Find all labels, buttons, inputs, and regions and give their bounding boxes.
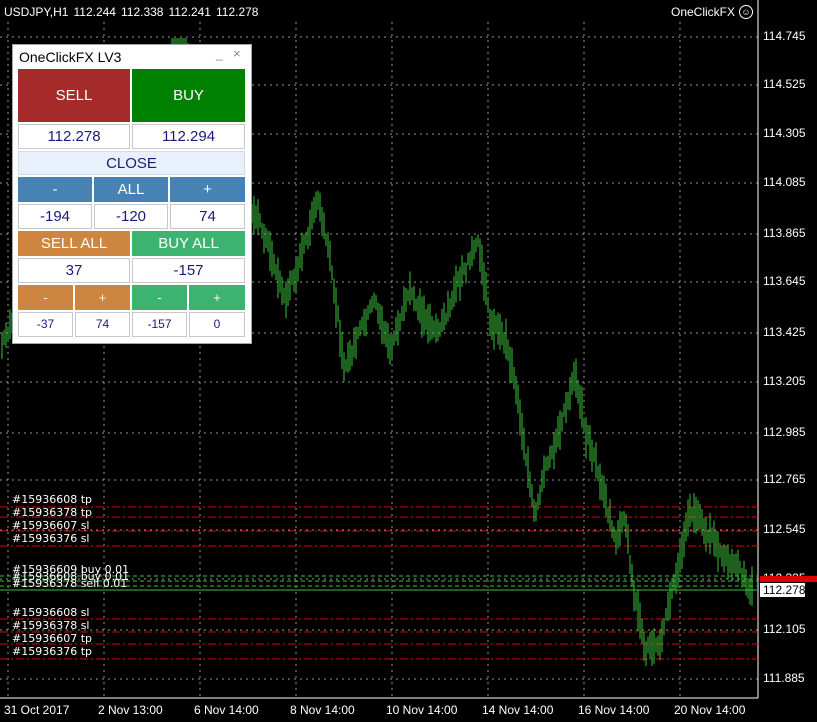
price-tick-label: 111.885 — [763, 671, 805, 685]
sell-all-button[interactable]: SELL ALL — [18, 231, 130, 256]
close-value: 112.278 — [215, 5, 259, 19]
price-tick-label: 113.865 — [763, 226, 806, 240]
time-tick-label: 31 Oct 2017 — [4, 703, 70, 717]
order-label: #15936378 sell 0.01 — [12, 577, 128, 590]
lot-plus-button[interactable]: + — [170, 177, 245, 202]
time-tick-label: 14 Nov 14:00 — [482, 703, 554, 717]
sell-plus-button[interactable]: + — [75, 285, 130, 310]
sell-minus-value: -37 — [18, 312, 73, 337]
price-tick-label: 112.985 — [763, 425, 806, 439]
order-label: #15936378 tp — [12, 506, 92, 519]
chart-header: USDJPY,H1 112.244 112.338 112.241 112.278 — [4, 5, 263, 19]
red-level-marker — [760, 576, 817, 582]
price-tick-label: 113.205 — [763, 374, 806, 388]
buy-all-button[interactable]: BUY ALL — [132, 231, 245, 256]
buy-minus-value: -157 — [132, 312, 187, 337]
buy-all-value: -157 — [132, 258, 245, 283]
buy-minus-button[interactable]: - — [132, 285, 187, 310]
price-tick-label: 112.765 — [763, 472, 806, 486]
order-label: #15936607 tp — [12, 632, 92, 645]
high-value: 112.338 — [120, 5, 164, 19]
buy-button[interactable]: BUY — [132, 69, 245, 122]
ask-price: 112.294 — [132, 124, 245, 149]
close-button[interactable]: CLOSE — [18, 151, 245, 175]
close-icon[interactable]: × — [233, 46, 241, 61]
order-label: #15936378 sl — [12, 619, 90, 632]
sell-button[interactable]: SELL — [18, 69, 130, 122]
lot-value-right: 74 — [170, 204, 245, 229]
price-tick-label: 112.545 — [763, 522, 806, 536]
symbol-label: USDJPY,H1 — [4, 5, 69, 19]
time-tick-label: 2 Nov 13:00 — [98, 703, 163, 717]
price-tick-label: 114.745 — [763, 29, 806, 43]
time-tick-label: 20 Nov 14:00 — [674, 703, 746, 717]
order-label: #15936376 tp — [12, 645, 92, 658]
buy-plus-button[interactable]: + — [189, 285, 245, 310]
minimize-icon[interactable]: _ — [216, 47, 223, 61]
current-price-label: 112.278 — [760, 583, 806, 597]
bid-price: 112.278 — [18, 124, 130, 149]
time-tick-label: 6 Nov 14:00 — [194, 703, 259, 717]
price-tick-label: 114.305 — [763, 126, 806, 140]
expert-name: OneClickFX — [670, 5, 735, 19]
order-label: #15936376 sl — [12, 532, 90, 545]
lot-minus-button[interactable]: - — [18, 177, 92, 202]
order-label: #15936608 sl — [12, 606, 90, 619]
sell-plus-value: 74 — [75, 312, 130, 337]
time-tick-label: 8 Nov 14:00 — [290, 703, 355, 717]
order-label: #15936607 sl — [12, 519, 90, 532]
buy-plus-value: 0 — [189, 312, 245, 337]
sell-minus-button[interactable]: - — [18, 285, 73, 310]
price-tick-label: 114.085 — [763, 175, 806, 189]
lot-value-left: -194 — [18, 204, 92, 229]
order-label: #15936608 tp — [12, 493, 92, 506]
price-tick-label: 113.645 — [763, 274, 806, 288]
open-value: 112.244 — [73, 5, 116, 19]
oneclickfx-panel: OneClickFX LV3 _ × SELL BUY 112.278 112.… — [12, 44, 252, 344]
sell-all-value: 37 — [18, 258, 130, 283]
price-tick-label: 113.425 — [763, 325, 806, 339]
time-tick-label: 10 Nov 14:00 — [386, 703, 458, 717]
price-tick-label: 112.105 — [763, 622, 806, 636]
all-button[interactable]: ALL — [94, 177, 168, 202]
smiley-icon[interactable]: ☺ — [739, 5, 753, 19]
price-tick-label: 114.525 — [763, 77, 806, 91]
low-value: 112.241 — [168, 5, 211, 19]
time-tick-label: 16 Nov 14:00 — [578, 703, 650, 717]
lot-value-mid: -120 — [94, 204, 168, 229]
panel-title: OneClickFX LV3 — [19, 49, 122, 65]
